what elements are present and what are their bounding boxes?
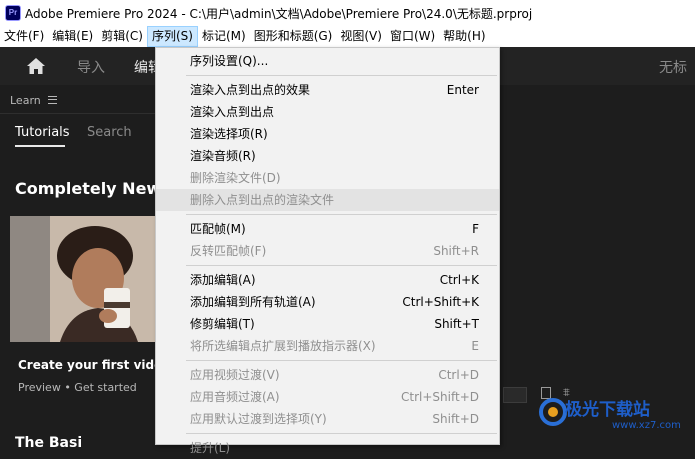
section-heading-basics: The Basi (15, 435, 83, 451)
menu-item-shortcut: Ctrl+Shift+K (402, 295, 479, 309)
menu-item-shortcut: Ctrl+K (439, 273, 479, 287)
sequence-menu-item[interactable]: 提升(L) (156, 437, 499, 459)
menu-item-label: 渲染音频(R) (190, 149, 256, 163)
sequence-menu-item[interactable]: 渲染音频(R) (156, 145, 499, 167)
tab-search[interactable]: Search (87, 125, 132, 140)
menu-item-label: 删除渲染文件(D) (190, 171, 281, 185)
menu-view[interactable]: 视图(V) (336, 26, 386, 47)
sequence-menu-item[interactable]: 匹配帧(M) F (156, 218, 499, 240)
card-meta: Preview • Get started (18, 381, 137, 394)
menu-item-label: 应用默认过渡到选择项(Y) (190, 412, 327, 426)
sequence-menu-item[interactable]: 渲染入点到出点的效果 Enter (156, 79, 499, 101)
menu-item-shortcut: Shift+T (434, 317, 479, 331)
menu-separator (186, 433, 497, 434)
menu-item-label: 应用视频过渡(V) (190, 368, 280, 382)
sequence-menu-dropdown: 序列设置(Q)... 渲染入点到出点的效果 Enter 渲染入点到出点 渲染选择项(R)… (155, 47, 500, 455)
sequence-menu-item[interactable]: 删除入点到出点的渲染文件 (156, 189, 499, 211)
project-name-label: 无标 (659, 60, 687, 76)
menu-help[interactable]: 帮助(H) (439, 26, 489, 47)
menu-item-label: 反转匹配帧(F) (190, 244, 267, 258)
menu-item-shortcut: Ctrl+Shift+D (401, 390, 479, 404)
active-tab-underline (15, 145, 65, 147)
menu-item-label: 添加编辑(A) (190, 273, 256, 287)
title-bar: Pr Adobe Premiere Pro 2024 - C:\用户\admin… (0, 0, 695, 26)
menu-item-shortcut: Shift+R (433, 244, 479, 258)
home-icon[interactable] (26, 57, 46, 75)
sequence-menu-item[interactable]: 添加编辑(A) Ctrl+K (156, 269, 499, 291)
menu-item-label: 渲染入点到出点 (190, 105, 275, 119)
sequence-menu-item[interactable]: 添加编辑到所有轨道(A) Ctrl+Shift+K (156, 291, 499, 313)
menu-clip[interactable]: 剪辑(C) (97, 26, 147, 47)
card-title[interactable]: Create your first video (18, 358, 171, 372)
menu-item-label: 删除入点到出点的渲染文件 (190, 193, 335, 207)
premiere-app-icon: Pr (5, 5, 21, 21)
tab-import[interactable]: 导入 (77, 57, 105, 77)
menu-window[interactable]: 窗口(W) (386, 26, 439, 47)
sequence-menu-item[interactable]: 应用音频过渡(A) Ctrl+Shift+D (156, 386, 499, 408)
panel-divider (0, 113, 155, 114)
sequence-menu-item[interactable]: 将所选编辑点扩展到播放指示器(X) E (156, 335, 499, 357)
menu-item-label: 匹配帧(M) (190, 222, 246, 236)
watermark-text: 极光下载站 (565, 400, 650, 420)
menu-item-label: 应用音频过渡(A) (190, 390, 280, 404)
menu-item-label: 提升(L) (190, 441, 231, 455)
menu-item-label: 渲染入点到出点的效果 (190, 83, 311, 97)
timeline-dropdown[interactable] (503, 387, 527, 403)
menu-separator (186, 214, 497, 215)
window-title: Adobe Premiere Pro 2024 - C:\用户\admin\文档… (25, 6, 533, 21)
sequence-menu-item[interactable]: 序列设置(Q)... (156, 50, 499, 72)
sequence-menu-item[interactable]: 反转匹配帧(F) Shift+R (156, 240, 499, 262)
menu-item-shortcut: Ctrl+D (438, 368, 479, 382)
menu-file[interactable]: 文件(F) (0, 26, 48, 47)
menu-markers[interactable]: 标记(M) (198, 26, 250, 47)
hamburger-icon[interactable] (48, 96, 57, 104)
menu-item-label: 序列设置(Q)... (190, 54, 269, 68)
menu-item-label: 将所选编辑点扩展到播放指示器(X) (190, 339, 376, 353)
tutorial-thumbnail[interactable] (10, 216, 155, 342)
learn-panel-label: Learn (10, 94, 41, 107)
menu-separator (186, 75, 497, 76)
sequence-menu-item[interactable]: 修剪编辑(T) Shift+T (156, 313, 499, 335)
menu-graphics-titles[interactable]: 图形和标题(G) (250, 26, 337, 47)
sequence-menu-item[interactable]: 删除渲染文件(D) (156, 167, 499, 189)
menu-separator (186, 265, 497, 266)
menu-item-label: 修剪编辑(T) (190, 317, 255, 331)
menu-bar: 文件(F) 编辑(E) 剪辑(C) 序列(S) 标记(M) 图形和标题(G) 视… (0, 26, 695, 47)
menu-separator (186, 360, 497, 361)
menu-item-shortcut: Shift+D (432, 412, 479, 426)
sequence-menu-item[interactable]: 应用默认过渡到选择项(Y) Shift+D (156, 408, 499, 430)
tab-tutorials[interactable]: Tutorials (15, 125, 70, 140)
sequence-menu-item[interactable]: 渲染选择项(R) (156, 123, 499, 145)
menu-edit[interactable]: 编辑(E) (48, 26, 97, 47)
menu-item-label: 渲染选择项(R) (190, 127, 268, 141)
menu-item-label: 添加编辑到所有轨道(A) (190, 295, 316, 309)
menu-item-shortcut: Enter (446, 83, 479, 97)
menu-item-shortcut: F (472, 222, 479, 236)
sequence-menu-item[interactable]: 应用视频过渡(V) Ctrl+D (156, 364, 499, 386)
menu-sequence[interactable]: 序列(S) (146, 26, 198, 47)
menu-item-shortcut: E (471, 339, 479, 353)
sequence-menu-item[interactable]: 渲染入点到出点 (156, 101, 499, 123)
watermark-url: www.xz7.com (612, 420, 681, 431)
